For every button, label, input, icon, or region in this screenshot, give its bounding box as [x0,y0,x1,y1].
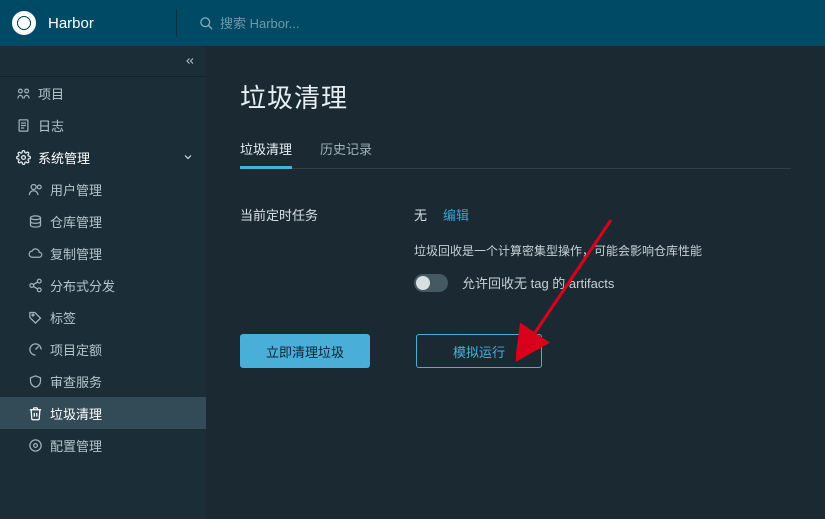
gear-icon [16,150,38,165]
dry-run-button[interactable]: 模拟运行 [416,334,542,368]
sidebar-item-sysadmin[interactable]: 系统管理 [0,141,206,173]
sidebar-item-label: 复制管理 [50,244,102,263]
database-icon [28,214,50,229]
gc-note: 垃圾回收是一个计算密集型操作，可能会影响仓库性能 [414,242,791,259]
sidebar-item-registries[interactable]: 仓库管理 [0,205,206,237]
tab-gc[interactable]: 垃圾清理 [240,133,292,169]
shield-icon [28,374,50,389]
gc-now-button[interactable]: 立即清理垃圾 [240,334,370,368]
sidebar-item-label: 标签 [50,308,76,327]
button-label: 模拟运行 [453,342,505,361]
tab-history[interactable]: 历史记录 [320,133,372,168]
sidebar-item-label: 系统管理 [38,148,90,167]
toggle-label: 允许回收无 tag 的 artifacts [462,273,614,292]
tab-label: 垃圾清理 [240,142,292,157]
search-input[interactable] [220,16,420,31]
harbor-logo-icon [12,11,36,35]
sidebar-item-label: 用户管理 [50,180,102,199]
search-icon [199,16,214,31]
sidebar-item-label: 配置管理 [50,436,102,455]
sidebar-item-label: 垃圾清理 [50,404,102,423]
brand-name: Harbor [48,15,94,32]
sidebar-item-labels[interactable]: 标签 [0,301,206,333]
tab-bar: 垃圾清理 历史记录 [240,133,791,169]
sidebar-item-label: 项目 [38,84,64,103]
chevron-down-icon [182,151,194,163]
settings-icon [28,438,50,453]
untagged-toggle[interactable] [414,274,448,292]
sidebar-item-label: 项目定额 [50,340,102,359]
sidebar: 项目 日志 系统管理 用户管理 仓库管理 复制管理 分布式分发 标签 [0,46,206,519]
toggle-knob [416,276,430,290]
schedule-label: 当前定时任务 [240,205,414,224]
sidebar-item-replication[interactable]: 复制管理 [0,237,206,269]
sidebar-item-config[interactable]: 配置管理 [0,429,206,461]
speedometer-icon [28,342,50,357]
gc-panel: 当前定时任务 无 编辑 垃圾回收是一个计算密集型操作，可能会影响仓库性能 允许回… [240,169,791,368]
edit-link[interactable]: 编辑 [443,205,469,224]
sidebar-item-projects[interactable]: 项目 [0,77,206,109]
logs-icon [16,118,38,133]
sidebar-item-quotas[interactable]: 项目定额 [0,333,206,365]
users-icon [28,182,50,197]
sidebar-item-interrogation[interactable]: 审查服务 [0,365,206,397]
sidebar-item-distribution[interactable]: 分布式分发 [0,269,206,301]
tag-icon [28,310,50,325]
sidebar-item-label: 审查服务 [50,372,102,391]
sidebar-item-users[interactable]: 用户管理 [0,173,206,205]
sidebar-item-logs[interactable]: 日志 [0,109,206,141]
sidebar-item-gc[interactable]: 垃圾清理 [0,397,206,429]
sidebar-item-label: 仓库管理 [50,212,102,231]
search-wrap [177,16,420,31]
page-title: 垃圾清理 [240,78,791,115]
cloud-icon [28,246,50,261]
sidebar-item-label: 分布式分发 [50,276,115,295]
sidebar-collapse-button[interactable] [0,46,206,77]
schedule-value: 无 [414,205,427,224]
trash-icon [28,406,50,421]
sidebar-item-label: 日志 [38,116,64,135]
share-icon [28,278,50,293]
brand: Harbor [0,11,176,35]
tab-label: 历史记录 [320,142,372,157]
button-label: 立即清理垃圾 [266,342,344,361]
collapse-icon [182,55,198,67]
projects-icon [16,86,38,101]
main-content: 垃圾清理 垃圾清理 历史记录 当前定时任务 无 编辑 垃圾回收是一个计算密集型操… [206,46,825,519]
header: Harbor [0,0,825,46]
